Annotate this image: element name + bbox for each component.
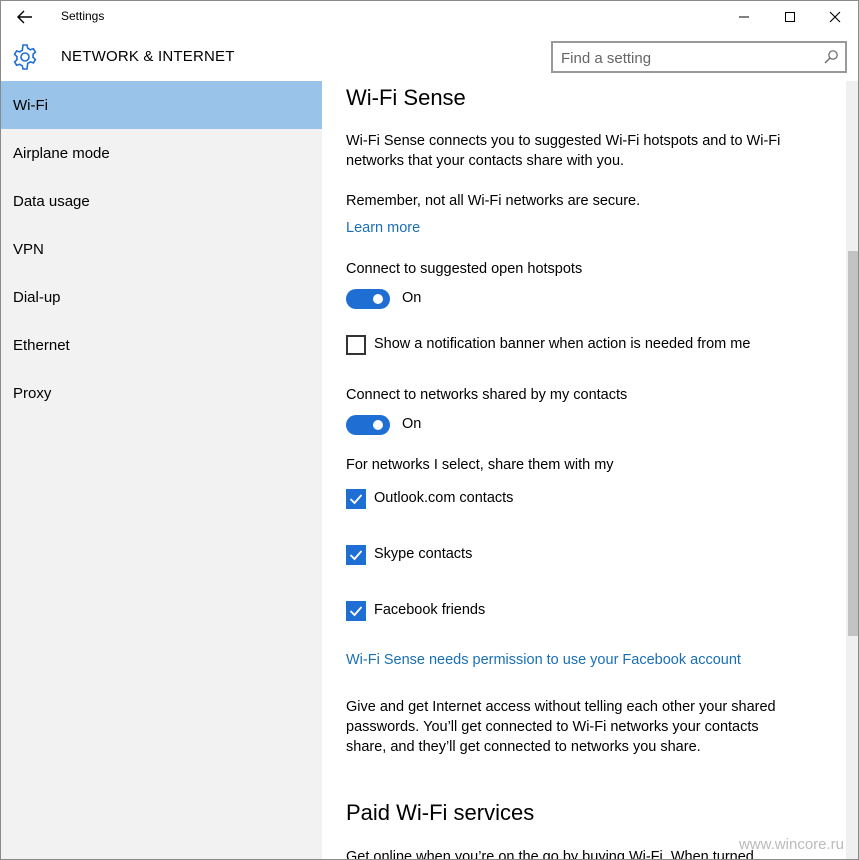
toggle-knob	[373, 420, 383, 430]
facebook-friends-checkbox[interactable]	[346, 601, 366, 621]
sidebar-item-airplane-mode[interactable]: Airplane mode	[1, 129, 322, 177]
maximize-icon	[785, 12, 795, 22]
sidebar-item-data-usage[interactable]: Data usage	[1, 177, 322, 225]
notification-banner-label[interactable]: Show a notification banner when action i…	[374, 334, 750, 354]
share-with-label: For networks I select, share them with m…	[346, 457, 614, 473]
search-box[interactable]	[551, 41, 847, 73]
watermark: www.wincore.ru	[738, 836, 844, 853]
shared-networks-label: Connect to networks shared by my contact…	[346, 387, 628, 403]
window-title: Settings	[61, 9, 105, 23]
checkmark-icon	[349, 550, 363, 561]
close-icon	[829, 11, 841, 23]
notification-banner-checkbox[interactable]	[346, 335, 366, 355]
checkmark-icon	[349, 606, 363, 617]
open-hotspots-state: On	[402, 290, 422, 306]
skype-contacts-label[interactable]: Skype contacts	[374, 544, 472, 564]
outlook-contacts-checkbox[interactable]	[346, 489, 366, 509]
intro-text-line-2: networks that your contacts share with y…	[346, 153, 625, 169]
title-bar: Settings	[1, 1, 858, 33]
sidebar-item-proxy[interactable]: Proxy	[1, 369, 322, 417]
minimize-icon	[739, 16, 749, 18]
sidebar-item-label: VPN	[13, 240, 44, 258]
sidebar-item-label: Data usage	[13, 192, 90, 210]
facebook-permission-link[interactable]: Wi-Fi Sense needs permission to use your…	[346, 652, 741, 668]
close-button[interactable]	[812, 1, 858, 33]
sidebar-item-label: Ethernet	[13, 336, 70, 354]
facebook-friends-label[interactable]: Facebook friends	[374, 600, 485, 620]
toggle-knob	[373, 294, 383, 304]
sidebar: Wi-Fi Airplane mode Data usage VPN Dial-…	[1, 81, 322, 859]
checkmark-icon	[349, 494, 363, 505]
open-hotspots-toggle[interactable]	[346, 289, 390, 309]
paid-wifi-intro: Get online when you’re on the go by buyi…	[346, 849, 754, 860]
shared-networks-toggle[interactable]	[346, 415, 390, 435]
intro-text-line-1: Wi-Fi Sense connects you to suggested Wi…	[346, 133, 781, 149]
sidebar-item-ethernet[interactable]: Ethernet	[1, 321, 322, 369]
give-get-text-line-3: share, and they’ll get connected to netw…	[346, 739, 701, 755]
settings-window: Settings NETWORK & INTERNET Wi	[0, 0, 859, 860]
main-content: Wi-Fi Sense Wi-Fi Sense connects you to …	[322, 81, 846, 860]
search-icon[interactable]	[823, 49, 839, 65]
vertical-scrollbar[interactable]	[846, 81, 858, 859]
sidebar-item-vpn[interactable]: VPN	[1, 225, 322, 273]
shared-networks-state: On	[402, 416, 422, 432]
wifi-sense-heading: Wi-Fi Sense	[346, 85, 466, 110]
learn-more-link[interactable]: Learn more	[346, 220, 420, 236]
sidebar-item-label: Dial-up	[13, 288, 61, 306]
back-arrow-icon	[17, 10, 32, 24]
give-get-text-line-2: passwords. You’ll get connected to Wi-Fi…	[346, 719, 759, 735]
back-button[interactable]	[9, 3, 41, 31]
page-header: NETWORK & INTERNET	[1, 33, 858, 81]
maximize-button[interactable]	[767, 1, 813, 33]
gear-icon	[13, 44, 37, 70]
search-input[interactable]	[561, 48, 811, 68]
scrollbar-thumb[interactable]	[848, 251, 858, 636]
remember-text: Remember, not all Wi-Fi networks are sec…	[346, 193, 641, 209]
sidebar-item-dial-up[interactable]: Dial-up	[1, 273, 322, 321]
section-title: NETWORK & INTERNET	[61, 48, 235, 65]
sidebar-item-wifi[interactable]: Wi-Fi	[1, 81, 322, 129]
open-hotspots-label: Connect to suggested open hotspots	[346, 261, 583, 277]
sidebar-item-label: Airplane mode	[13, 144, 110, 162]
minimize-button[interactable]	[721, 1, 767, 33]
sidebar-item-label: Wi-Fi	[13, 96, 48, 114]
paid-wifi-heading: Paid Wi-Fi services	[346, 800, 535, 825]
skype-contacts-checkbox[interactable]	[346, 545, 366, 565]
give-get-text-line-1: Give and get Internet access without tel…	[346, 699, 776, 715]
outlook-contacts-label[interactable]: Outlook.com contacts	[374, 488, 513, 508]
sidebar-item-label: Proxy	[13, 384, 52, 402]
